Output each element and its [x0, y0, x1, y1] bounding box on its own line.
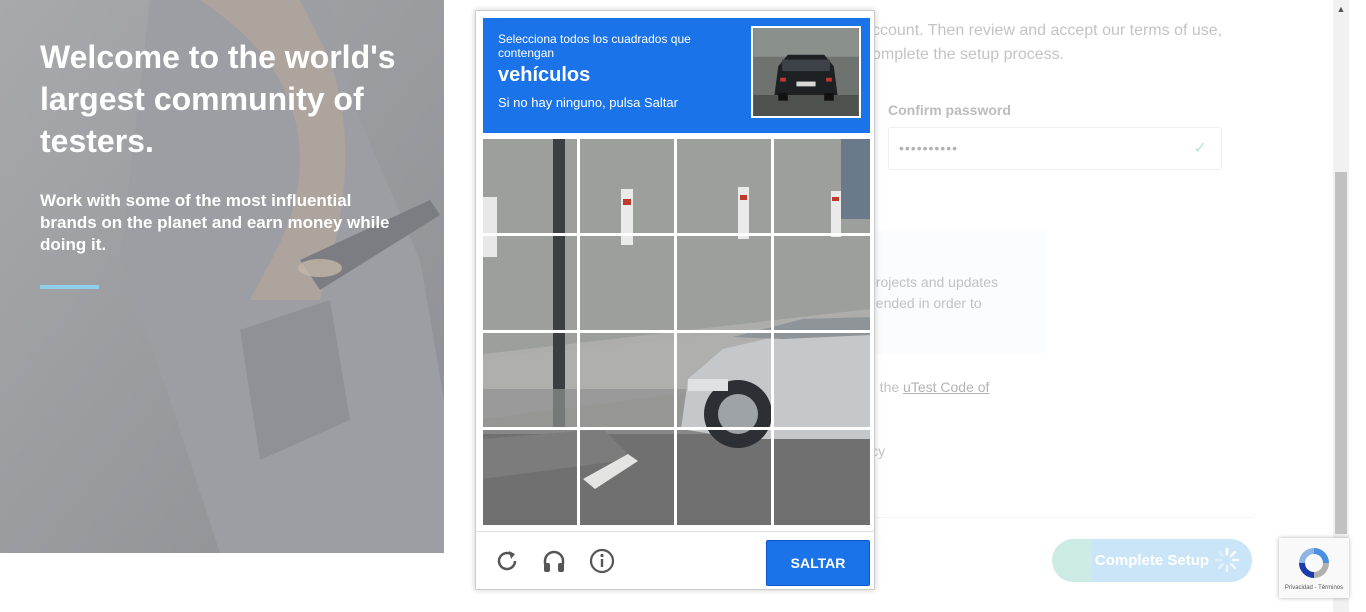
confirm-password-value: ••••••••••: [899, 140, 959, 156]
code-of-conduct-link[interactable]: uTest Code of: [903, 379, 989, 395]
captcha-header: Selecciona todos los cuadrados que conte…: [483, 18, 870, 133]
spinner-icon: [1214, 547, 1240, 573]
app-root: Welcome to the world's largest community…: [0, 0, 1366, 612]
captcha-tile-r2c3[interactable]: [677, 236, 771, 330]
captcha-tile-r2c4[interactable]: [774, 236, 868, 330]
captcha-image-grid: [483, 139, 870, 525]
complete-setup-button[interactable]: Complete Setup: [1052, 539, 1252, 582]
info-text: projects and updates hended in order to: [868, 274, 998, 311]
captcha-tile-r2c2[interactable]: [580, 236, 674, 330]
captcha-instruction: Selecciona todos los cuadrados que conte…: [498, 32, 691, 60]
form-divider: [868, 517, 1254, 518]
hero-subtitle: Work with some of the most influential b…: [40, 191, 390, 254]
captcha-tile-r3c1[interactable]: [483, 333, 577, 427]
complete-setup-label: Complete Setup: [1094, 552, 1210, 569]
captcha-hint: Si no hay ninguno, pulsa Saltar: [498, 95, 678, 110]
captcha-keyword: vehículos: [498, 64, 591, 86]
captcha-tile-r3c2[interactable]: [580, 333, 674, 427]
info-icon[interactable]: [589, 548, 615, 574]
scrollbar-thumb[interactable]: [1335, 172, 1347, 534]
code-of-conduct-text: d the uTest Code of: [868, 379, 989, 395]
captcha-tile-r3c4[interactable]: [774, 333, 868, 427]
captcha-tile-r2c1[interactable]: [483, 236, 577, 330]
captcha-tile-r1c3[interactable]: [677, 139, 771, 233]
captcha-tile-r4c3[interactable]: [677, 430, 771, 524]
captcha-tile-r1c1[interactable]: [483, 139, 577, 233]
recaptcha-badge[interactable]: Privacidad - Términos: [1279, 538, 1349, 598]
reload-icon[interactable]: [494, 548, 520, 574]
captcha-footer: SALTAR: [476, 531, 874, 589]
scroll-up-arrow-icon[interactable]: ▲: [1335, 3, 1347, 15]
confirm-password-field[interactable]: •••••••••• ✓: [888, 127, 1222, 170]
confirm-password-label: Confirm password: [888, 102, 1011, 118]
hero-divider: [40, 285, 99, 289]
audio-icon[interactable]: [541, 548, 567, 574]
check-icon: ✓: [1193, 140, 1207, 157]
recaptcha-logo-icon: [1299, 548, 1329, 578]
captcha-tile-r1c4[interactable]: [774, 139, 868, 233]
intro-text: ccount. Then review and accept our terms…: [872, 22, 1223, 63]
captcha-challenge: Selecciona todos los cuadrados que conte…: [475, 10, 875, 590]
captcha-tile-r3c3[interactable]: [677, 333, 771, 427]
recaptcha-links[interactable]: Privacidad - Términos: [1279, 585, 1349, 591]
captcha-sample-image: [751, 26, 861, 118]
skip-button[interactable]: SALTAR: [766, 540, 870, 586]
hero-panel: Welcome to the world's largest community…: [0, 0, 444, 553]
captcha-tile-r4c1[interactable]: [483, 430, 577, 524]
captcha-tile-r4c2[interactable]: [580, 430, 674, 524]
captcha-tile-r1c2[interactable]: [580, 139, 674, 233]
captcha-tile-r4c4[interactable]: [774, 430, 868, 524]
hero-title: Welcome to the world's largest community…: [40, 39, 396, 159]
